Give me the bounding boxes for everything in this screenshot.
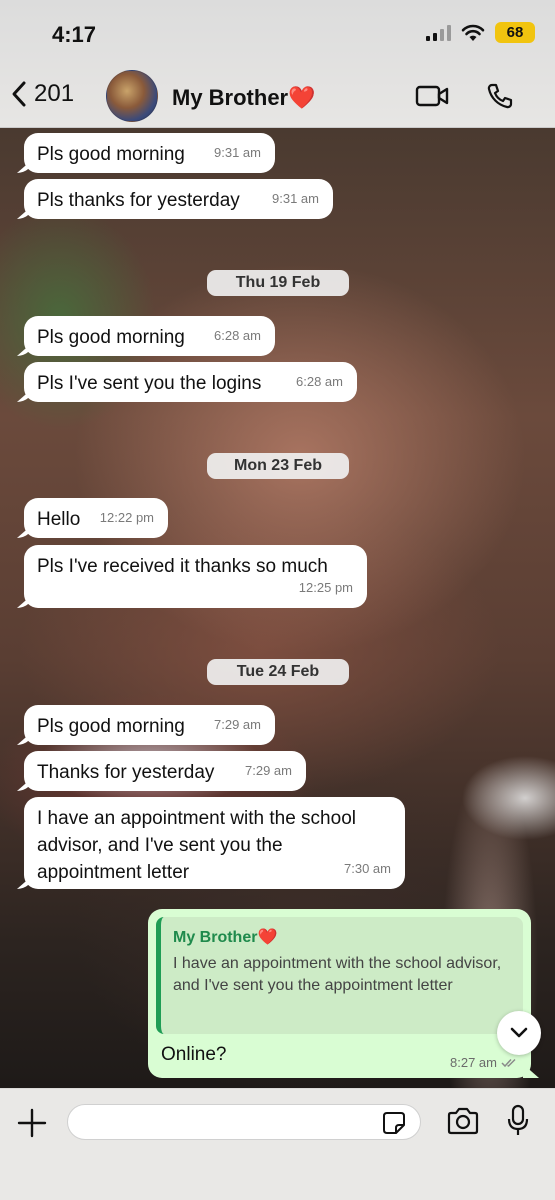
message-text: Pls I've received it thanks so much xyxy=(37,556,328,577)
quote-text: I have an appointment with the school ad… xyxy=(173,955,502,994)
quoted-message[interactable]: My Brother❤️ I have an appointment with … xyxy=(156,917,523,1034)
phone-icon xyxy=(487,83,513,109)
quote-author: My Brother❤️ xyxy=(173,929,278,946)
contact-name[interactable]: My Brother❤️ xyxy=(172,85,316,111)
message-text: Pls good morning xyxy=(37,144,185,165)
date-separator: Tue 24 Feb xyxy=(207,659,349,685)
message-text: Pls thanks for yesterday xyxy=(37,190,240,211)
message-text: I have an appointment with the school ad… xyxy=(37,808,356,883)
message-input[interactable] xyxy=(68,1105,420,1139)
message-time: 9:31 am xyxy=(272,191,319,206)
microphone-icon xyxy=(507,1104,529,1135)
message-time: 7:30 am xyxy=(344,861,391,876)
scroll-to-bottom-button[interactable] xyxy=(497,1011,541,1055)
sticker-icon xyxy=(383,1112,405,1134)
message-bubble[interactable]: Pls good morning 6:28 am xyxy=(24,316,275,356)
message-time: 7:29 am xyxy=(214,717,261,732)
sticker-button[interactable] xyxy=(382,1111,406,1140)
message-time: 9:31 am xyxy=(214,145,261,160)
message-text: Pls good morning xyxy=(37,327,185,348)
unread-count: 201 xyxy=(34,80,75,107)
message-text: Hello xyxy=(37,509,81,530)
message-time: 8:27 am xyxy=(450,1055,497,1070)
battery-indicator: 68 xyxy=(495,22,535,43)
message-time: 12:25 pm xyxy=(298,580,353,595)
message-time: 6:28 am xyxy=(296,374,343,389)
double-check-icon xyxy=(501,1058,516,1067)
message-bubble[interactable]: Hello 12:22 pm xyxy=(24,498,168,538)
voice-call-button[interactable] xyxy=(486,82,514,115)
date-separator: Thu 19 Feb xyxy=(207,270,349,296)
message-bubble[interactable]: Pls good morning 7:29 am xyxy=(24,705,275,745)
chevron-down-icon xyxy=(510,1027,528,1038)
date-separator: Mon 23 Feb xyxy=(207,453,349,479)
attach-button[interactable] xyxy=(16,1107,48,1144)
message-time: 6:28 am xyxy=(214,328,261,343)
message-text: Thanks for yesterday xyxy=(37,762,215,783)
signal-icon xyxy=(426,24,451,41)
message-time: 12:22 pm xyxy=(99,510,154,525)
composer-bar xyxy=(0,1088,555,1200)
message-bubble[interactable]: Pls good morning 9:31 am xyxy=(24,133,275,173)
chat-header: 4:17 68 201 My Brother❤️ xyxy=(0,0,555,128)
video-call-button[interactable] xyxy=(415,84,449,113)
video-camera-icon xyxy=(415,85,449,107)
camera-icon xyxy=(447,1107,479,1135)
plus-icon xyxy=(17,1108,47,1138)
message-input-wrapper xyxy=(67,1104,421,1140)
camera-button[interactable] xyxy=(446,1107,480,1140)
message-bubble[interactable]: Pls I've sent you the logins 6:28 am xyxy=(24,362,357,402)
back-button[interactable]: 201 xyxy=(10,80,74,108)
message-bubble[interactable]: Thanks for yesterday 7:29 am xyxy=(24,751,306,791)
message-bubble[interactable]: Pls I've received it thanks so much 12:2… xyxy=(24,545,367,608)
outgoing-message-bubble[interactable]: My Brother❤️ I have an appointment with … xyxy=(148,909,531,1078)
wifi-icon xyxy=(461,24,485,41)
message-meta: 8:27 am xyxy=(450,1055,519,1070)
message-time: 7:29 am xyxy=(245,763,292,778)
message-text: Pls I've sent you the logins xyxy=(37,373,262,394)
avatar[interactable] xyxy=(106,70,158,122)
message-text: Pls good morning xyxy=(37,716,185,737)
status-icons: 68 xyxy=(426,22,535,43)
chevron-left-icon xyxy=(12,81,26,107)
battery-level: 68 xyxy=(506,24,524,41)
status-time: 4:17 xyxy=(52,22,97,47)
message-bubble[interactable]: Pls thanks for yesterday 9:31 am xyxy=(24,179,333,219)
message-bubble[interactable]: I have an appointment with the school ad… xyxy=(24,797,405,889)
microphone-button[interactable] xyxy=(506,1104,530,1143)
